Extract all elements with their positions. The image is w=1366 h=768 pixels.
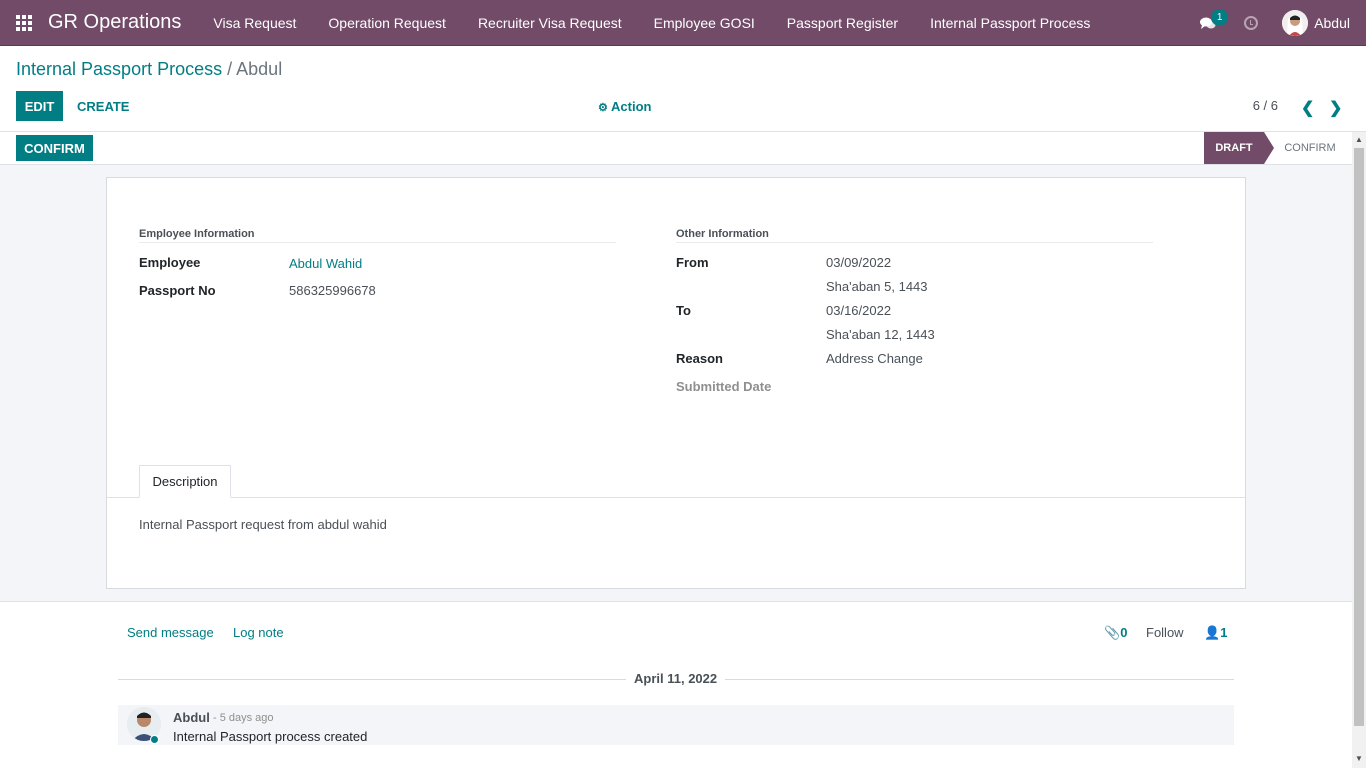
scroll-up-arrow-icon[interactable]: ▲ — [1355, 135, 1363, 144]
notebook-tabs: Description — [107, 465, 1245, 498]
messages-count-badge: 1 — [1211, 9, 1229, 26]
chevron-left-icon: ❮ — [1301, 100, 1315, 117]
attachments-count: 0 — [1120, 625, 1128, 640]
activity-clock-icon[interactable] — [1244, 16, 1259, 30]
gear-icon: ⚙ — [598, 102, 608, 114]
action-label: Action — [611, 99, 652, 114]
followers-button[interactable]: 👤1 — [1204, 625, 1227, 641]
next-record-button[interactable]: ❯ — [1329, 98, 1342, 118]
status-bar: CONFIRM DRAFT CONFIRM — [0, 132, 1352, 165]
action-dropdown[interactable]: ⚙ Action — [598, 99, 651, 114]
description-text: Internal Passport request from abdul wah… — [139, 517, 387, 532]
confirm-button[interactable]: CONFIRM — [16, 135, 93, 161]
edit-button[interactable]: EDIT — [16, 91, 63, 121]
passport-no-label: Passport No — [139, 283, 216, 298]
message-item: Abdul - 5 days ago Internal Passport pro… — [118, 705, 1234, 745]
passport-no-value: 586325996678 — [289, 283, 376, 298]
breadcrumb-current: Abdul — [236, 59, 283, 79]
chevron-right-icon: ❯ — [1329, 100, 1343, 117]
messaging-button[interactable]: 1 — [1200, 9, 1229, 33]
scroll-down-arrow-icon[interactable]: ▼ — [1355, 754, 1363, 763]
to-date-value: 03/16/2022 — [826, 303, 892, 318]
menu-recruiter-visa-request[interactable]: Recruiter Visa Request — [462, 15, 638, 31]
from-date-value: 03/09/2022 — [826, 255, 892, 270]
previous-record-button[interactable]: ❮ — [1301, 98, 1314, 118]
menu-operation-request[interactable]: Operation Request — [312, 15, 462, 31]
message-time: - 5 days ago — [213, 712, 274, 724]
page-scrollbar[interactable]: ▲ ▼ — [1352, 132, 1366, 768]
menu-employee-gosi[interactable]: Employee GOSI — [638, 15, 771, 31]
tab-description[interactable]: Description — [139, 465, 231, 498]
from-label: From — [676, 255, 709, 270]
stage-confirm[interactable]: CONFIRM — [1272, 132, 1348, 164]
user-avatar[interactable] — [1282, 10, 1309, 36]
message-author[interactable]: Abdul — [173, 710, 210, 725]
send-message-button[interactable]: Send message — [127, 625, 214, 640]
paperclip-icon: 📎 — [1104, 625, 1121, 640]
followers-count: 1 — [1220, 625, 1228, 640]
reason-label: Reason — [676, 351, 723, 366]
top-navbar: GR Operations Visa Request Operation Req… — [0, 0, 1366, 46]
menu-passport-register[interactable]: Passport Register — [771, 15, 914, 31]
follow-button[interactable]: Follow — [1146, 625, 1184, 640]
online-status-icon — [150, 735, 159, 744]
submitted-date-label: Submitted Date — [676, 379, 772, 394]
other-information-title: Other Information — [676, 228, 1153, 243]
chatter: Send message Log note 📎0 Follow 👤1 April… — [0, 601, 1352, 768]
app-title[interactable]: GR Operations — [48, 11, 181, 34]
user-icon: 👤 — [1204, 625, 1221, 640]
breadcrumb: Internal Passport Process / Abdul — [16, 59, 282, 80]
to-hijri-value: Sha'aban 12, 1443 — [826, 327, 935, 342]
from-hijri-value: Sha'aban 5, 1443 — [826, 279, 928, 294]
log-note-button[interactable]: Log note — [233, 625, 284, 640]
attachments-button[interactable]: 📎0 — [1104, 625, 1127, 641]
control-panel: Internal Passport Process / Abdul EDIT C… — [0, 46, 1366, 132]
create-button[interactable]: CREATE — [77, 99, 129, 114]
apps-menu-button[interactable] — [0, 0, 48, 46]
scrollbar-thumb[interactable] — [1354, 148, 1364, 726]
employee-value-link[interactable]: Abdul Wahid — [289, 256, 362, 271]
menu-internal-passport-process[interactable]: Internal Passport Process — [914, 15, 1106, 31]
message-body: Internal Passport process created — [173, 729, 368, 744]
form-sheet: Employee Information Employee Abdul Wahi… — [106, 177, 1246, 589]
employee-label: Employee — [139, 255, 201, 270]
date-separator-label: April 11, 2022 — [626, 671, 726, 686]
to-label: To — [676, 303, 691, 318]
breadcrumb-parent-link[interactable]: Internal Passport Process — [16, 59, 222, 79]
employee-information-title: Employee Information — [139, 228, 616, 243]
stage-draft[interactable]: DRAFT — [1204, 132, 1274, 164]
breadcrumb-separator: / — [227, 59, 233, 79]
user-name[interactable]: Abdul — [1314, 15, 1350, 31]
reason-value: Address Change — [826, 351, 923, 366]
grid-icon — [16, 14, 32, 31]
pager-value[interactable]: 6 / 6 — [1253, 98, 1278, 113]
menu-visa-request[interactable]: Visa Request — [197, 15, 312, 31]
